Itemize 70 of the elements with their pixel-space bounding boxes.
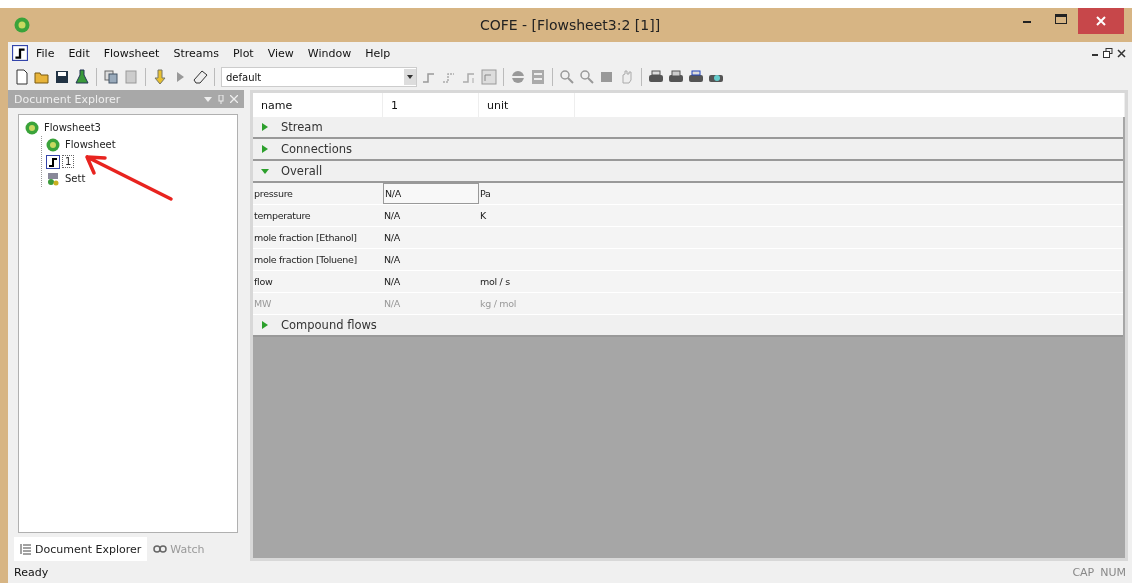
property-value[interactable]: N/A bbox=[384, 210, 400, 221]
paste-icon[interactable] bbox=[123, 69, 139, 85]
property-name: mole fraction [Toluene] bbox=[254, 254, 357, 265]
property-name: temperature bbox=[254, 210, 311, 221]
menu-item[interactable]: Window bbox=[301, 44, 358, 62]
close-icon bbox=[1096, 16, 1106, 26]
zoom-in-icon[interactable] bbox=[559, 69, 575, 85]
column-header: unit bbox=[487, 98, 509, 112]
restore-icon[interactable] bbox=[1103, 48, 1113, 58]
close-button[interactable] bbox=[1078, 8, 1124, 34]
property-name: pressure bbox=[254, 188, 293, 199]
settings-icon bbox=[46, 171, 60, 186]
column-header: 1 bbox=[391, 98, 398, 112]
panel-title: Document Explorer bbox=[14, 92, 121, 106]
zoom-window-icon[interactable] bbox=[599, 69, 615, 85]
status-indicator: NUM bbox=[1100, 565, 1126, 579]
section-header[interactable]: Compound flows bbox=[253, 315, 1123, 337]
eraser-icon[interactable] bbox=[192, 69, 208, 85]
property-name: flow bbox=[254, 276, 273, 287]
tree-item[interactable]: 1 bbox=[63, 156, 74, 167]
property-unit: Pa bbox=[480, 188, 491, 199]
column-header: name bbox=[261, 98, 293, 112]
tree-item[interactable]: Flowsheet bbox=[63, 139, 118, 150]
menu-item[interactable]: View bbox=[261, 44, 300, 62]
tree-list-icon bbox=[20, 543, 32, 555]
menu-item[interactable]: Edit bbox=[62, 44, 96, 62]
menu-item[interactable]: Plot bbox=[226, 44, 260, 62]
tree-item[interactable]: Flowsheet3 bbox=[42, 122, 103, 133]
caret-icon bbox=[407, 75, 413, 79]
window-title: COFE - [Flowsheet3:2 [1]] bbox=[479, 17, 661, 33]
maximize-icon[interactable] bbox=[1055, 14, 1067, 24]
save-icon[interactable] bbox=[54, 69, 70, 85]
property-unit: K bbox=[480, 210, 486, 221]
menu-item[interactable]: Flowsheet bbox=[97, 44, 166, 62]
menu-item[interactable]: File bbox=[30, 44, 61, 62]
close-icon[interactable] bbox=[1117, 48, 1126, 58]
property-value[interactable]: N/A bbox=[384, 232, 400, 243]
tree-item[interactable]: Sett bbox=[63, 173, 88, 184]
glasses-icon bbox=[153, 544, 168, 554]
property-value[interactable]: N/A bbox=[384, 254, 400, 265]
copy-icon[interactable] bbox=[103, 69, 119, 85]
zoom-out-icon[interactable] bbox=[579, 69, 595, 85]
list-icon[interactable] bbox=[530, 69, 546, 85]
menu-item[interactable]: Streams bbox=[167, 44, 225, 62]
combo-box[interactable]: default bbox=[221, 67, 417, 87]
property-value[interactable]: N/A bbox=[385, 188, 401, 199]
property-unit: mol / s bbox=[480, 276, 510, 287]
step-line-icon bbox=[46, 154, 60, 169]
caret-icon[interactable] bbox=[204, 94, 212, 103]
property-value[interactable]: N/A bbox=[384, 276, 400, 287]
panel-tab[interactable]: Document Explorer bbox=[14, 537, 148, 561]
property-name: MW bbox=[254, 298, 271, 309]
printer-icon[interactable] bbox=[648, 69, 664, 85]
status-text: Ready bbox=[14, 565, 49, 579]
down-arrow-icon[interactable] bbox=[152, 69, 168, 85]
open-folder-icon[interactable] bbox=[34, 69, 50, 85]
step-line-icon[interactable] bbox=[12, 45, 28, 61]
section-header[interactable]: Overall bbox=[253, 161, 1123, 183]
printer-icon[interactable] bbox=[668, 69, 684, 85]
flask-icon[interactable] bbox=[74, 69, 90, 85]
section-header[interactable]: Connections bbox=[253, 139, 1123, 161]
property-unit: kg / mol bbox=[480, 298, 517, 309]
printer-icon[interactable] bbox=[688, 69, 704, 85]
new-document-icon[interactable] bbox=[14, 69, 30, 85]
app-icon bbox=[14, 17, 30, 33]
menu-item[interactable]: Help bbox=[359, 44, 397, 62]
status-indicator: CAP bbox=[1072, 565, 1095, 579]
align-icon[interactable] bbox=[510, 69, 526, 85]
property-name: mole fraction [Ethanol] bbox=[254, 232, 357, 243]
section-header[interactable]: Stream bbox=[253, 117, 1123, 139]
